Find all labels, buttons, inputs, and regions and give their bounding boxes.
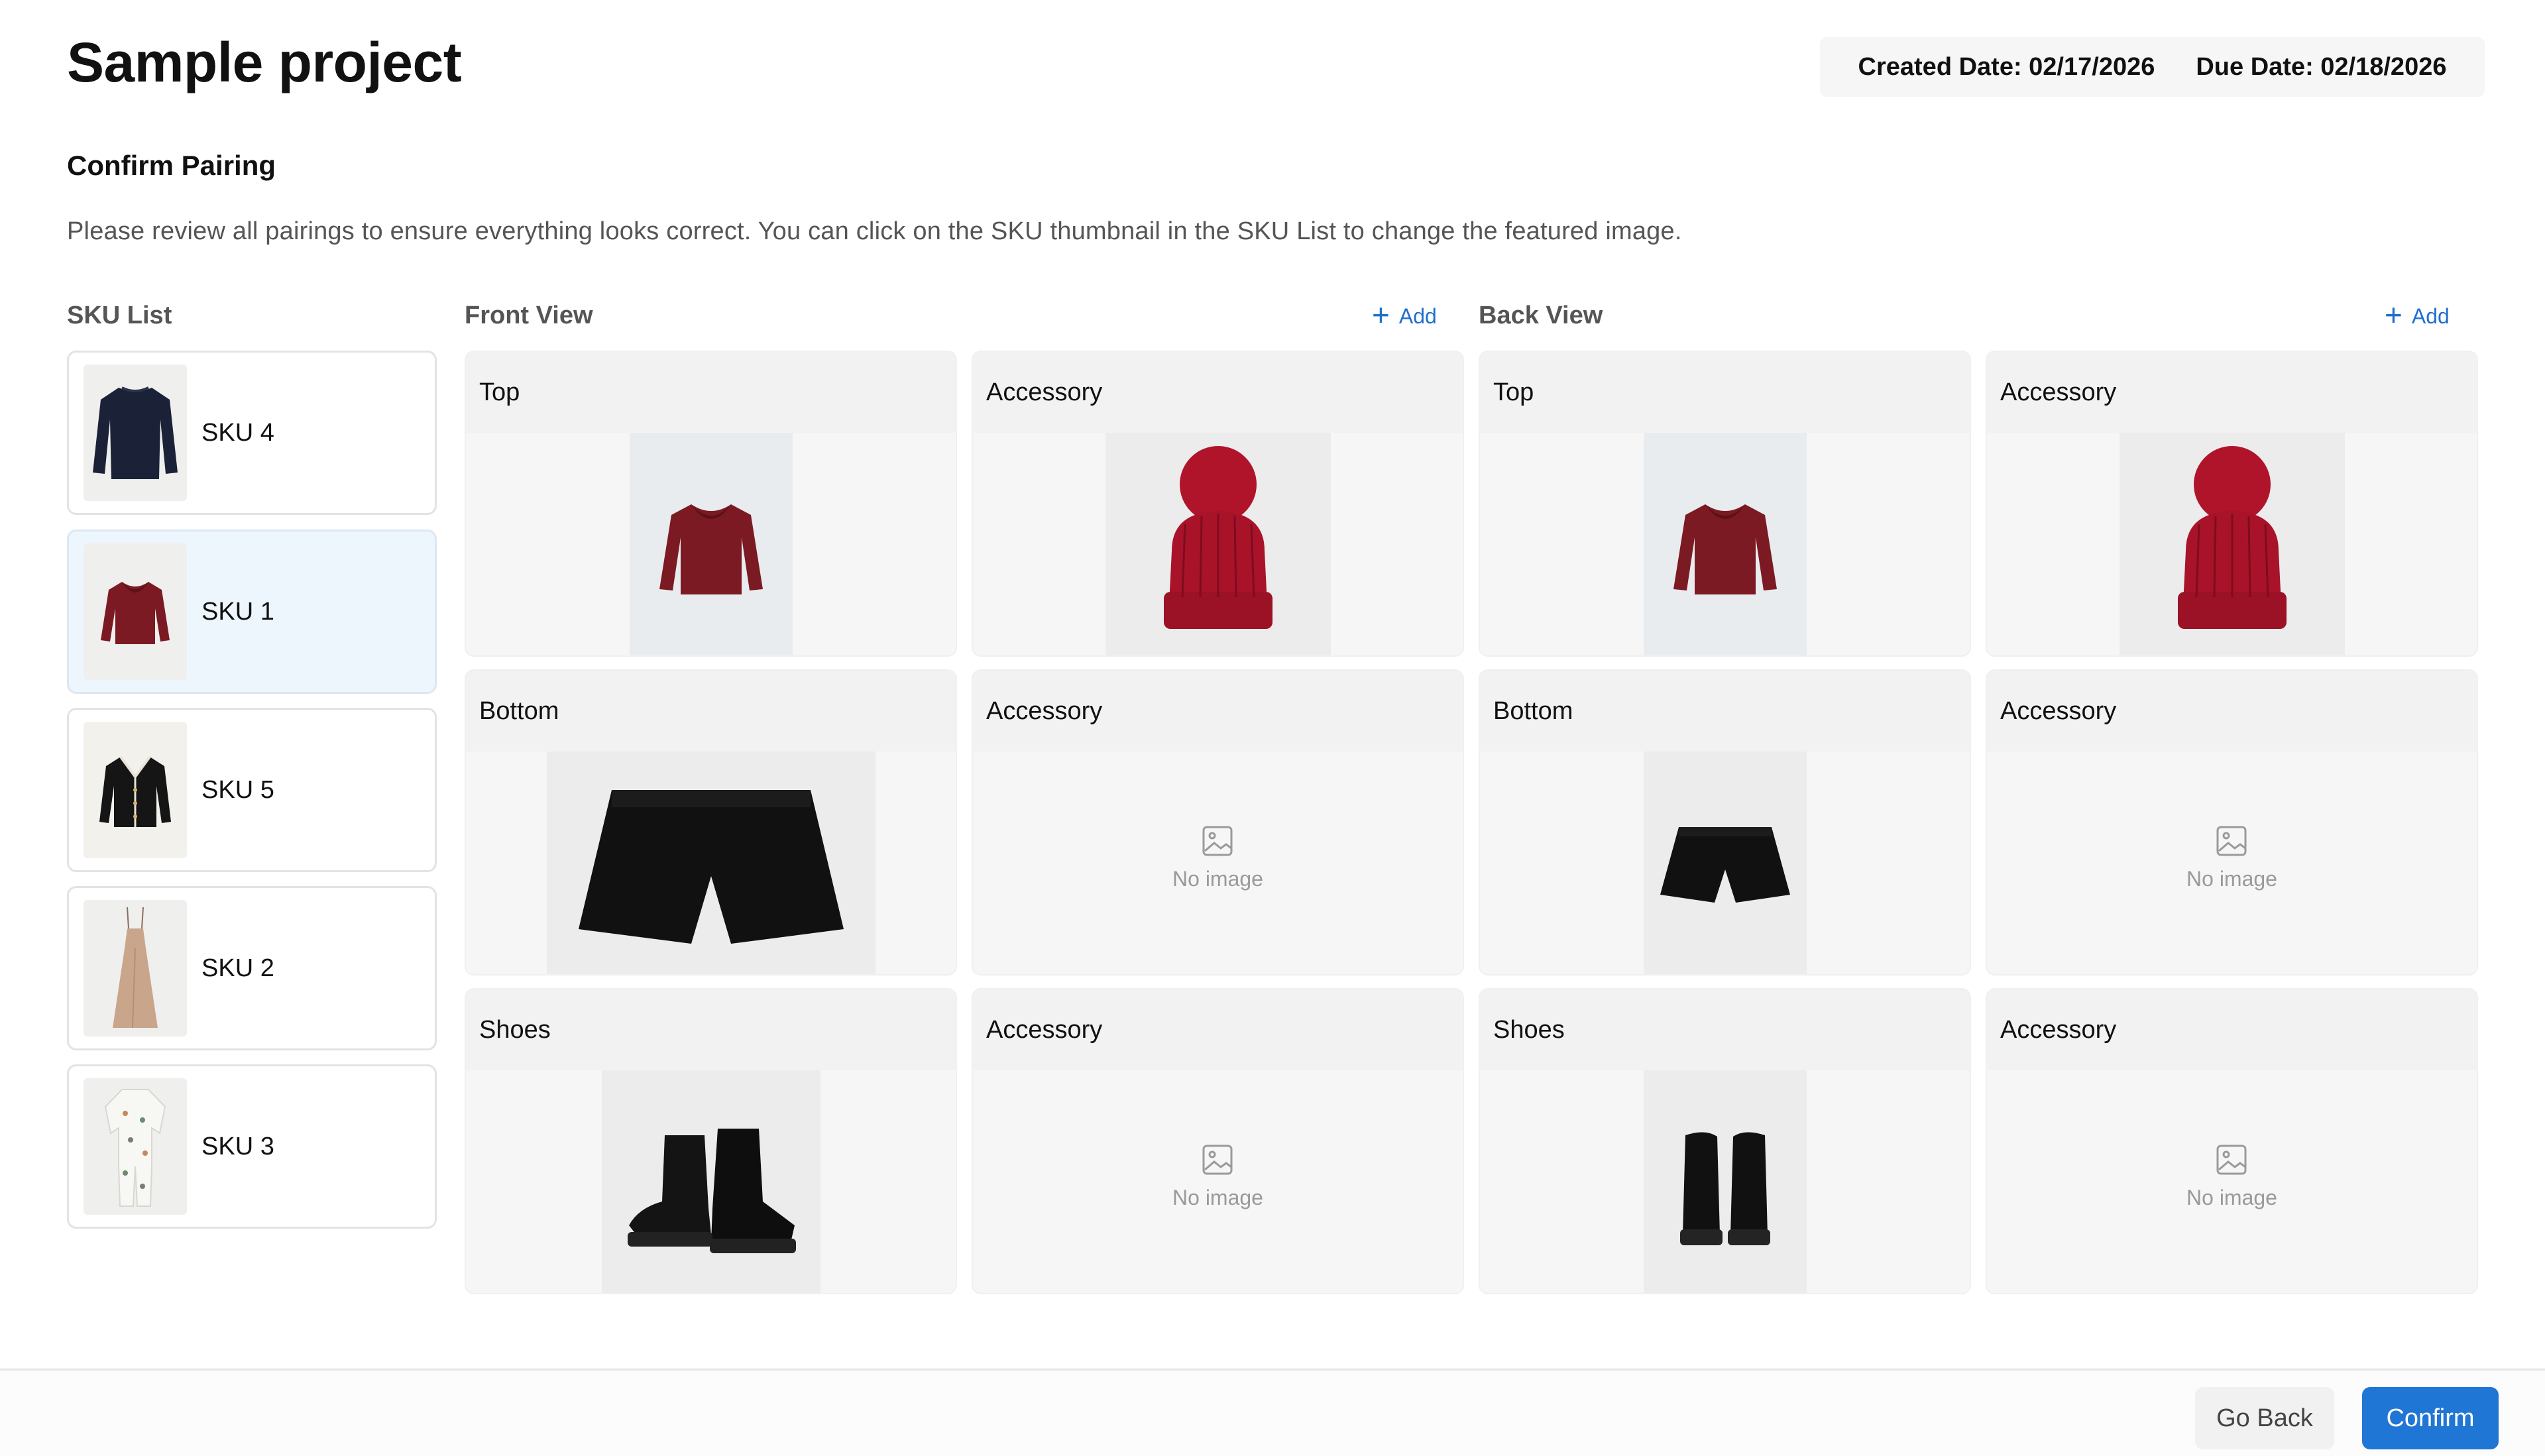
sku-label: SKU 1: [201, 597, 274, 626]
black-shorts-image: [1660, 827, 1790, 903]
black-shorts-image: [578, 790, 844, 944]
confirm-button[interactable]: Confirm: [2362, 1387, 2499, 1449]
red-sweater-image: [659, 504, 763, 594]
slot-image[interactable]: [1105, 433, 1331, 655]
no-image-placeholder: No image: [2186, 824, 2277, 891]
back-top-slot[interactable]: Top: [1479, 351, 1971, 657]
sku-label: SKU 3: [201, 1132, 274, 1160]
back-view-add-button[interactable]: + Add: [2385, 298, 2450, 332]
sku-card[interactable]: SKU 5: [67, 708, 437, 872]
no-image-text: No image: [2186, 1186, 2277, 1209]
sku-label: SKU 2: [201, 954, 274, 982]
red-beanie-image: [1163, 446, 1272, 629]
sku-label: SKU 5: [201, 775, 274, 804]
image-placeholder-icon: [1202, 826, 1233, 856]
slot-label: Shoes: [1480, 989, 1970, 1070]
add-label: Add: [1398, 304, 1437, 328]
front-accessory-slot[interactable]: Accessory No image: [972, 669, 1464, 976]
sku-thumbnail[interactable]: [84, 1078, 187, 1215]
no-image-placeholder: No image: [1172, 824, 1263, 891]
slot-label: Top: [1480, 352, 1970, 433]
no-image-text: No image: [1172, 867, 1263, 891]
back-accessory-slot[interactable]: Accessory No image: [1986, 988, 2478, 1294]
sku-label: SKU 4: [201, 418, 274, 447]
front-accessory-slot[interactable]: Accessory: [972, 351, 1464, 657]
slot-label: Accessory: [1987, 671, 2477, 752]
red-sweater-image: [1673, 504, 1777, 594]
slot-image[interactable]: [1643, 433, 1807, 655]
instructions-text: Please review all pairings to ensure eve…: [67, 217, 1682, 245]
beige-dress-image: [113, 907, 158, 1029]
red-beanie-image: [2177, 446, 2287, 629]
plus-icon: +: [1372, 298, 1390, 332]
slot-label: Shoes: [466, 989, 956, 1070]
sku-thumbnail[interactable]: [84, 364, 187, 501]
plus-icon: +: [2385, 298, 2403, 332]
slot-label: Top: [466, 352, 956, 433]
slot-label: Accessory: [973, 671, 1463, 752]
no-image-text: No image: [2186, 867, 2277, 891]
baby-sleeper-image: [104, 1089, 166, 1207]
slot-label: Accessory: [973, 989, 1463, 1070]
sku-card-selected[interactable]: SKU 1: [67, 530, 437, 694]
slot-label: Bottom: [466, 671, 956, 752]
back-shoes-slot[interactable]: Shoes: [1479, 988, 1971, 1294]
black-boots-back-image: [1679, 1132, 1770, 1245]
go-back-button[interactable]: Go Back: [2195, 1387, 2334, 1449]
image-placeholder-icon: [1202, 1145, 1233, 1175]
front-shoes-slot[interactable]: Shoes: [465, 988, 957, 1294]
back-accessory-slot[interactable]: Accessory: [1986, 351, 2478, 657]
front-view-add-button[interactable]: + Add: [1372, 298, 1437, 332]
sku-list-label: SKU List: [67, 302, 172, 329]
sku-card[interactable]: SKU 4: [67, 351, 437, 515]
red-sweater-image: [101, 582, 170, 644]
created-date: Created Date: 02/17/2026: [1858, 52, 2155, 81]
sku-thumbnail[interactable]: [84, 722, 187, 858]
sku-card[interactable]: SKU 3: [67, 1064, 437, 1229]
slot-label: Accessory: [973, 352, 1463, 433]
no-image-placeholder: No image: [2186, 1143, 2277, 1210]
front-accessory-slot[interactable]: Accessory No image: [972, 988, 1464, 1294]
slot-label: Bottom: [1480, 671, 1970, 752]
front-view-label: Front View: [465, 302, 593, 329]
due-date: Due Date: 02/18/2026: [2196, 52, 2447, 81]
slot-image[interactable]: [1643, 1070, 1807, 1293]
black-cardigan-image: [99, 756, 171, 827]
slot-image[interactable]: [629, 433, 793, 655]
front-bottom-slot[interactable]: Bottom: [465, 669, 957, 976]
back-bottom-slot[interactable]: Bottom: [1479, 669, 1971, 976]
image-placeholder-icon: [2216, 1145, 2247, 1175]
sku-thumbnail[interactable]: [84, 900, 187, 1036]
footer-bar: [0, 1369, 2545, 1456]
slot-image[interactable]: [546, 752, 876, 974]
slot-label: Accessory: [1987, 989, 2477, 1070]
section-title: Confirm Pairing: [67, 150, 276, 181]
project-dates: Created Date: 02/17/2026 Due Date: 02/18…: [1820, 37, 2485, 97]
no-image-placeholder: No image: [1172, 1143, 1263, 1210]
slot-image[interactable]: [1643, 752, 1807, 974]
add-label: Add: [2411, 304, 2450, 328]
sku-card[interactable]: SKU 2: [67, 886, 437, 1050]
front-top-slot[interactable]: Top: [465, 351, 957, 657]
back-accessory-slot[interactable]: Accessory No image: [1986, 669, 2478, 976]
navy-sweater-image: [93, 386, 178, 479]
sku-thumbnail[interactable]: [84, 543, 187, 680]
page-title: Sample project: [67, 31, 462, 93]
black-boots-image: [627, 1129, 796, 1253]
back-view-label: Back View: [1479, 302, 1603, 329]
slot-image[interactable]: [2119, 433, 2345, 655]
slot-image[interactable]: [601, 1070, 820, 1293]
slot-label: Accessory: [1987, 352, 2477, 433]
no-image-text: No image: [1172, 1186, 1263, 1209]
image-placeholder-icon: [2216, 826, 2247, 856]
